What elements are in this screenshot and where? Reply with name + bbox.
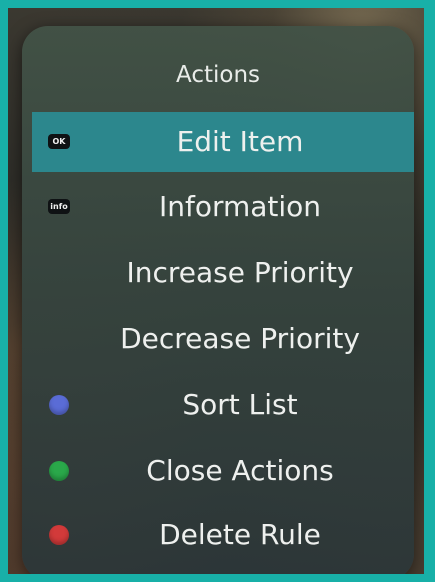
- menu-item-decrease-priority[interactable]: Decrease Priority: [32, 309, 414, 369]
- menu-item-sort-list[interactable]: Sort List: [32, 375, 414, 435]
- menu-item-label: Information: [158, 190, 322, 223]
- tv-screen: Actions OK Edit Item info Information In…: [8, 8, 424, 574]
- info-button-icon: info: [48, 199, 70, 214]
- menu-item-close-actions[interactable]: Close Actions: [32, 441, 414, 501]
- red-button-icon: [49, 525, 69, 545]
- actions-menu: Actions OK Edit Item info Information In…: [22, 26, 414, 574]
- menu-item-label: Increase Priority: [126, 256, 354, 289]
- menu-item-label: Delete Rule: [159, 518, 321, 551]
- green-button-icon: [49, 461, 69, 481]
- menu-title: Actions: [175, 62, 260, 88]
- menu-item-delete-rule[interactable]: Delete Rule: [32, 505, 414, 565]
- blue-button-icon: [49, 395, 69, 415]
- menu-item-label: Edit Item: [176, 125, 304, 158]
- menu-item-label: Close Actions: [146, 454, 334, 487]
- menu-item-information[interactable]: info Information: [32, 177, 414, 237]
- menu-item-edit-item[interactable]: OK Edit Item: [32, 112, 414, 172]
- menu-item-label: Decrease Priority: [120, 322, 360, 355]
- ok-button-icon: OK: [48, 134, 70, 149]
- menu-item-label: Sort List: [182, 388, 298, 421]
- menu-item-increase-priority[interactable]: Increase Priority: [32, 243, 414, 303]
